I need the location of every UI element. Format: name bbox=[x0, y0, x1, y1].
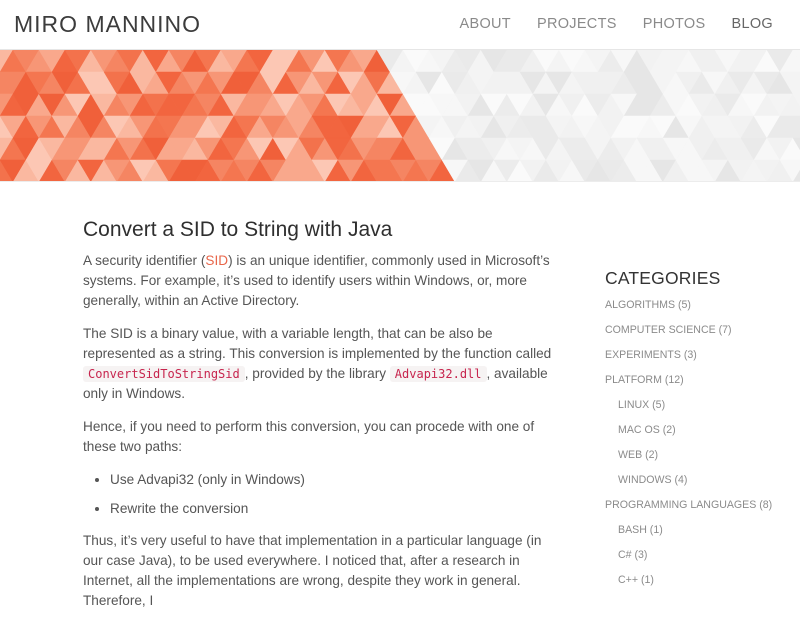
category-linux[interactable]: LINUX (5) bbox=[605, 398, 795, 423]
nav-blog[interactable]: BLOG bbox=[732, 16, 774, 32]
site-title[interactable]: MIRO MANNINO bbox=[14, 11, 201, 38]
p2-text-a: The SID is a binary value, with a variab… bbox=[83, 326, 552, 361]
nav-photos[interactable]: PHOTOS bbox=[643, 16, 706, 32]
triangle-pattern-banner bbox=[0, 50, 800, 181]
post-content: Convert a SID to String with Java A secu… bbox=[83, 218, 563, 624]
category-csharp[interactable]: C# (3) bbox=[605, 548, 795, 573]
categories-sidebar: CATEGORIES ALGORITHMS (5) COMPUTER SCIEN… bbox=[605, 268, 795, 598]
categories-title: CATEGORIES bbox=[605, 268, 721, 288]
sid-link[interactable]: SID bbox=[205, 253, 228, 268]
nav-projects[interactable]: PROJECTS bbox=[537, 16, 617, 32]
p2-text-b: , provided by the library bbox=[244, 366, 390, 381]
list-item: Rewrite the conversion bbox=[110, 499, 563, 519]
post-paragraph-1: A security identifier (SID) is an unique… bbox=[83, 251, 563, 311]
list-item: Use Advapi32 (only in Windows) bbox=[110, 470, 563, 490]
category-computer-science[interactable]: COMPUTER SCIENCE (7) bbox=[605, 323, 795, 348]
category-web[interactable]: WEB (2) bbox=[605, 448, 795, 473]
post-paragraph-3: Hence, if you need to perform this conve… bbox=[83, 419, 535, 454]
category-experiments[interactable]: EXPERIMENTS (3) bbox=[605, 348, 795, 373]
nav-about[interactable]: ABOUT bbox=[460, 16, 511, 32]
header-banner bbox=[0, 50, 800, 182]
site-header: MIRO MANNINO ABOUT PROJECTS PHOTOS BLOG bbox=[0, 0, 800, 50]
post-paragraph-4: Thus, it’s very useful to have that impl… bbox=[83, 533, 542, 608]
category-mac-os[interactable]: MAC OS (2) bbox=[605, 423, 795, 448]
category-programming-languages[interactable]: PROGRAMMING LANGUAGES (8) bbox=[605, 498, 795, 523]
code-convertsidtostringsid: ConvertSidToStringSid bbox=[83, 366, 245, 382]
paths-list: Use Advapi32 (only in Windows) Rewrite t… bbox=[83, 470, 563, 519]
category-cpp[interactable]: C++ (1) bbox=[605, 573, 795, 598]
post-title: Convert a SID to String with Java bbox=[83, 218, 393, 241]
category-platform[interactable]: PLATFORM (12) bbox=[605, 373, 795, 398]
code-advapi32-dll: Advapi32.dll bbox=[389, 366, 487, 382]
category-algorithms[interactable]: ALGORITHMS (5) bbox=[605, 298, 795, 323]
p1-text-pre: A security identifier ( bbox=[83, 253, 206, 268]
category-bash[interactable]: BASH (1) bbox=[605, 523, 795, 548]
main-nav: ABOUT PROJECTS PHOTOS BLOG bbox=[460, 16, 773, 32]
post-paragraph-2: The SID is a binary value, with a variab… bbox=[83, 324, 563, 404]
category-windows[interactable]: WINDOWS (4) bbox=[605, 473, 795, 498]
